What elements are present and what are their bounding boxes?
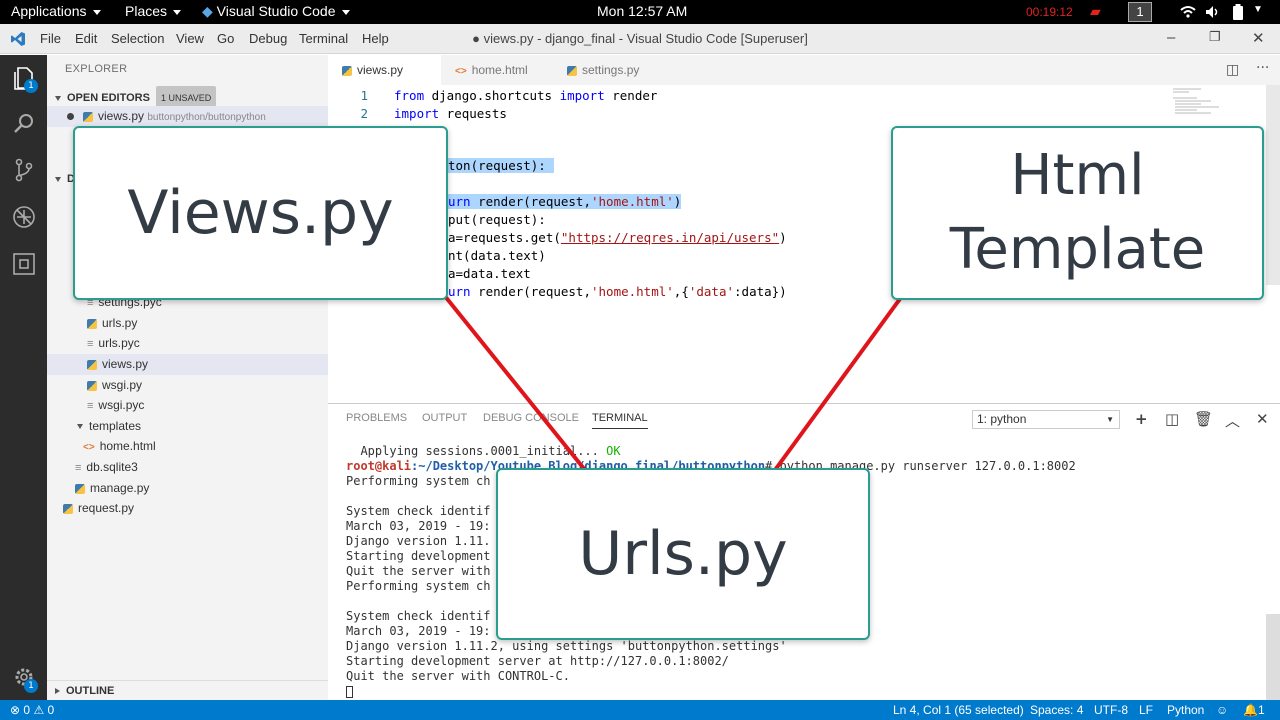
screen: Applications Places ◆ Visual Studio Code… (0, 0, 1280, 720)
arrow-line-template-to-urls (773, 290, 907, 472)
callout-html-line2: Template (949, 217, 1206, 282)
callout-html-line1: Html (1010, 143, 1145, 208)
callout-views: Views.py (73, 126, 448, 300)
callout-urls: Urls.py (496, 468, 870, 640)
arrow-line-views-to-urls (438, 288, 587, 472)
callout-html-template: Html Template (891, 126, 1264, 300)
